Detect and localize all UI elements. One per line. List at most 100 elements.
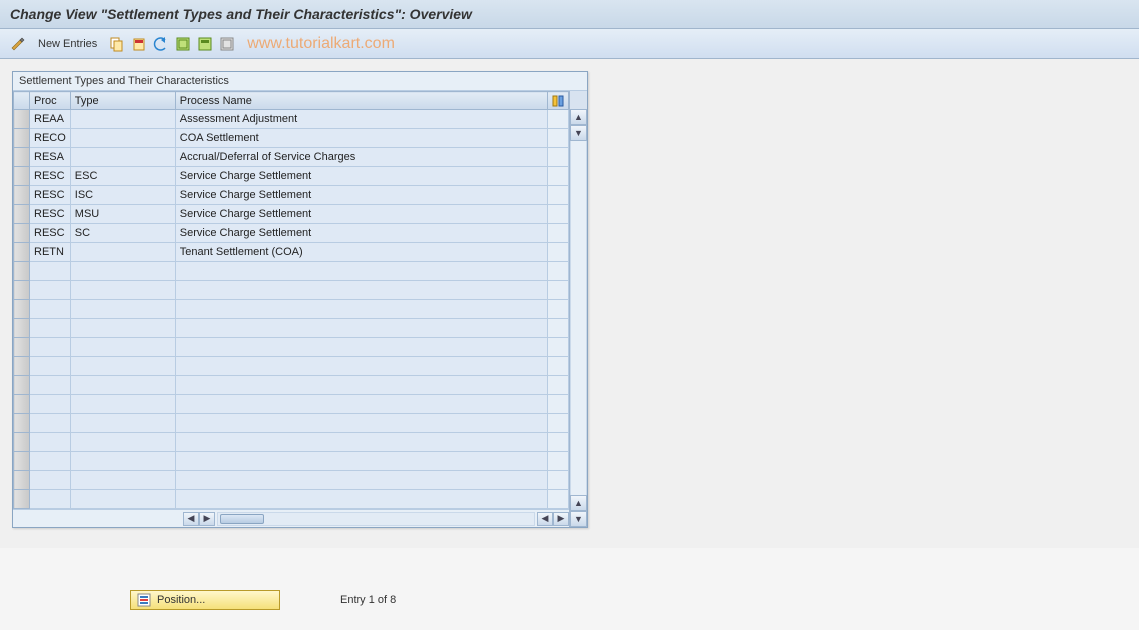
cell-type[interactable] bbox=[70, 376, 175, 395]
scroll-right-icon[interactable]: ◀ bbox=[537, 512, 553, 526]
copy-icon[interactable] bbox=[109, 36, 125, 52]
cell-type[interactable] bbox=[70, 471, 175, 490]
row-selector[interactable] bbox=[14, 129, 30, 148]
cell-proc[interactable] bbox=[30, 395, 71, 414]
cell-type[interactable] bbox=[70, 148, 175, 167]
cell-type[interactable] bbox=[70, 433, 175, 452]
cell-type[interactable] bbox=[70, 281, 175, 300]
cell-name[interactable] bbox=[175, 414, 547, 433]
row-selector[interactable] bbox=[14, 433, 30, 452]
cell-type[interactable] bbox=[70, 395, 175, 414]
cell-proc[interactable] bbox=[30, 357, 71, 376]
cell-type[interactable] bbox=[70, 110, 175, 129]
column-header-type[interactable]: Type bbox=[70, 92, 175, 110]
delete-icon[interactable] bbox=[131, 36, 147, 52]
cell-name[interactable] bbox=[175, 300, 547, 319]
cell-proc[interactable]: REAA bbox=[30, 110, 71, 129]
column-header-process-name[interactable]: Process Name bbox=[175, 92, 547, 110]
vscroll-track[interactable] bbox=[570, 141, 587, 495]
cell-name[interactable]: Service Charge Settlement bbox=[175, 205, 547, 224]
cell-type[interactable]: ESC bbox=[70, 167, 175, 186]
cell-type[interactable] bbox=[70, 262, 175, 281]
cell-proc[interactable]: RESC bbox=[30, 205, 71, 224]
cell-type[interactable] bbox=[70, 129, 175, 148]
cell-name[interactable] bbox=[175, 319, 547, 338]
corner-cell[interactable] bbox=[14, 92, 30, 110]
column-header-proc[interactable]: Proc bbox=[30, 92, 71, 110]
cell-name[interactable]: COA Settlement bbox=[175, 129, 547, 148]
cell-proc[interactable] bbox=[30, 376, 71, 395]
deselect-all-icon[interactable] bbox=[219, 36, 235, 52]
cell-name[interactable]: Service Charge Settlement bbox=[175, 167, 547, 186]
row-selector[interactable] bbox=[14, 186, 30, 205]
cell-name[interactable] bbox=[175, 452, 547, 471]
cell-name[interactable] bbox=[175, 281, 547, 300]
cell-proc[interactable] bbox=[30, 452, 71, 471]
row-selector[interactable] bbox=[14, 490, 30, 509]
row-selector[interactable] bbox=[14, 205, 30, 224]
row-selector[interactable] bbox=[14, 414, 30, 433]
position-button[interactable]: Position... bbox=[130, 590, 280, 610]
select-all-icon[interactable] bbox=[175, 36, 191, 52]
row-selector[interactable] bbox=[14, 376, 30, 395]
cell-proc[interactable]: RECO bbox=[30, 129, 71, 148]
row-selector[interactable] bbox=[14, 471, 30, 490]
cell-type[interactable]: SC bbox=[70, 224, 175, 243]
cell-proc[interactable]: RESC bbox=[30, 224, 71, 243]
cell-name[interactable] bbox=[175, 262, 547, 281]
cell-proc[interactable] bbox=[30, 338, 71, 357]
cell-proc[interactable]: RETN bbox=[30, 243, 71, 262]
cell-name[interactable] bbox=[175, 357, 547, 376]
cell-type[interactable] bbox=[70, 452, 175, 471]
row-selector[interactable] bbox=[14, 338, 30, 357]
cell-proc[interactable] bbox=[30, 433, 71, 452]
scroll-down-step-icon[interactable]: ▼ bbox=[570, 125, 587, 141]
row-selector[interactable] bbox=[14, 262, 30, 281]
row-selector[interactable] bbox=[14, 395, 30, 414]
cell-name[interactable]: Assessment Adjustment bbox=[175, 110, 547, 129]
table-config-icon[interactable] bbox=[548, 92, 569, 110]
new-entries-button[interactable]: New Entries bbox=[32, 38, 103, 50]
row-selector[interactable] bbox=[14, 452, 30, 471]
scroll-left-icon[interactable]: ▶ bbox=[199, 512, 215, 526]
cell-name[interactable]: Service Charge Settlement bbox=[175, 224, 547, 243]
cell-type[interactable] bbox=[70, 414, 175, 433]
cell-proc[interactable] bbox=[30, 471, 71, 490]
cell-proc[interactable] bbox=[30, 262, 71, 281]
hscroll-track[interactable] bbox=[217, 512, 535, 526]
cell-proc[interactable]: RESC bbox=[30, 186, 71, 205]
row-selector[interactable] bbox=[14, 319, 30, 338]
scroll-left-first-icon[interactable]: ◀ bbox=[183, 512, 199, 526]
cell-proc[interactable]: RESA bbox=[30, 148, 71, 167]
row-selector[interactable] bbox=[14, 224, 30, 243]
scroll-up-icon[interactable]: ▲ bbox=[570, 109, 587, 125]
cell-type[interactable] bbox=[70, 243, 175, 262]
cell-type[interactable] bbox=[70, 338, 175, 357]
cell-proc[interactable] bbox=[30, 414, 71, 433]
hscroll-thumb[interactable] bbox=[220, 514, 264, 524]
select-block-icon[interactable] bbox=[197, 36, 213, 52]
undo-icon[interactable] bbox=[153, 36, 169, 52]
cell-name[interactable]: Service Charge Settlement bbox=[175, 186, 547, 205]
cell-type[interactable] bbox=[70, 319, 175, 338]
toggle-edit-icon[interactable] bbox=[10, 36, 26, 52]
row-selector[interactable] bbox=[14, 243, 30, 262]
row-selector[interactable] bbox=[14, 167, 30, 186]
cell-name[interactable] bbox=[175, 338, 547, 357]
cell-name[interactable] bbox=[175, 376, 547, 395]
cell-type[interactable] bbox=[70, 490, 175, 509]
cell-name[interactable] bbox=[175, 471, 547, 490]
row-selector[interactable] bbox=[14, 357, 30, 376]
cell-type[interactable]: MSU bbox=[70, 205, 175, 224]
cell-proc[interactable] bbox=[30, 490, 71, 509]
scroll-down-icon[interactable]: ▼ bbox=[570, 511, 587, 527]
scroll-up-step-icon[interactable]: ▲ bbox=[570, 495, 587, 511]
cell-name[interactable] bbox=[175, 433, 547, 452]
cell-type[interactable]: ISC bbox=[70, 186, 175, 205]
row-selector[interactable] bbox=[14, 110, 30, 129]
cell-name[interactable] bbox=[175, 490, 547, 509]
cell-proc[interactable] bbox=[30, 300, 71, 319]
row-selector[interactable] bbox=[14, 148, 30, 167]
cell-proc[interactable] bbox=[30, 319, 71, 338]
scroll-right-last-icon[interactable]: ▶ bbox=[553, 512, 569, 526]
